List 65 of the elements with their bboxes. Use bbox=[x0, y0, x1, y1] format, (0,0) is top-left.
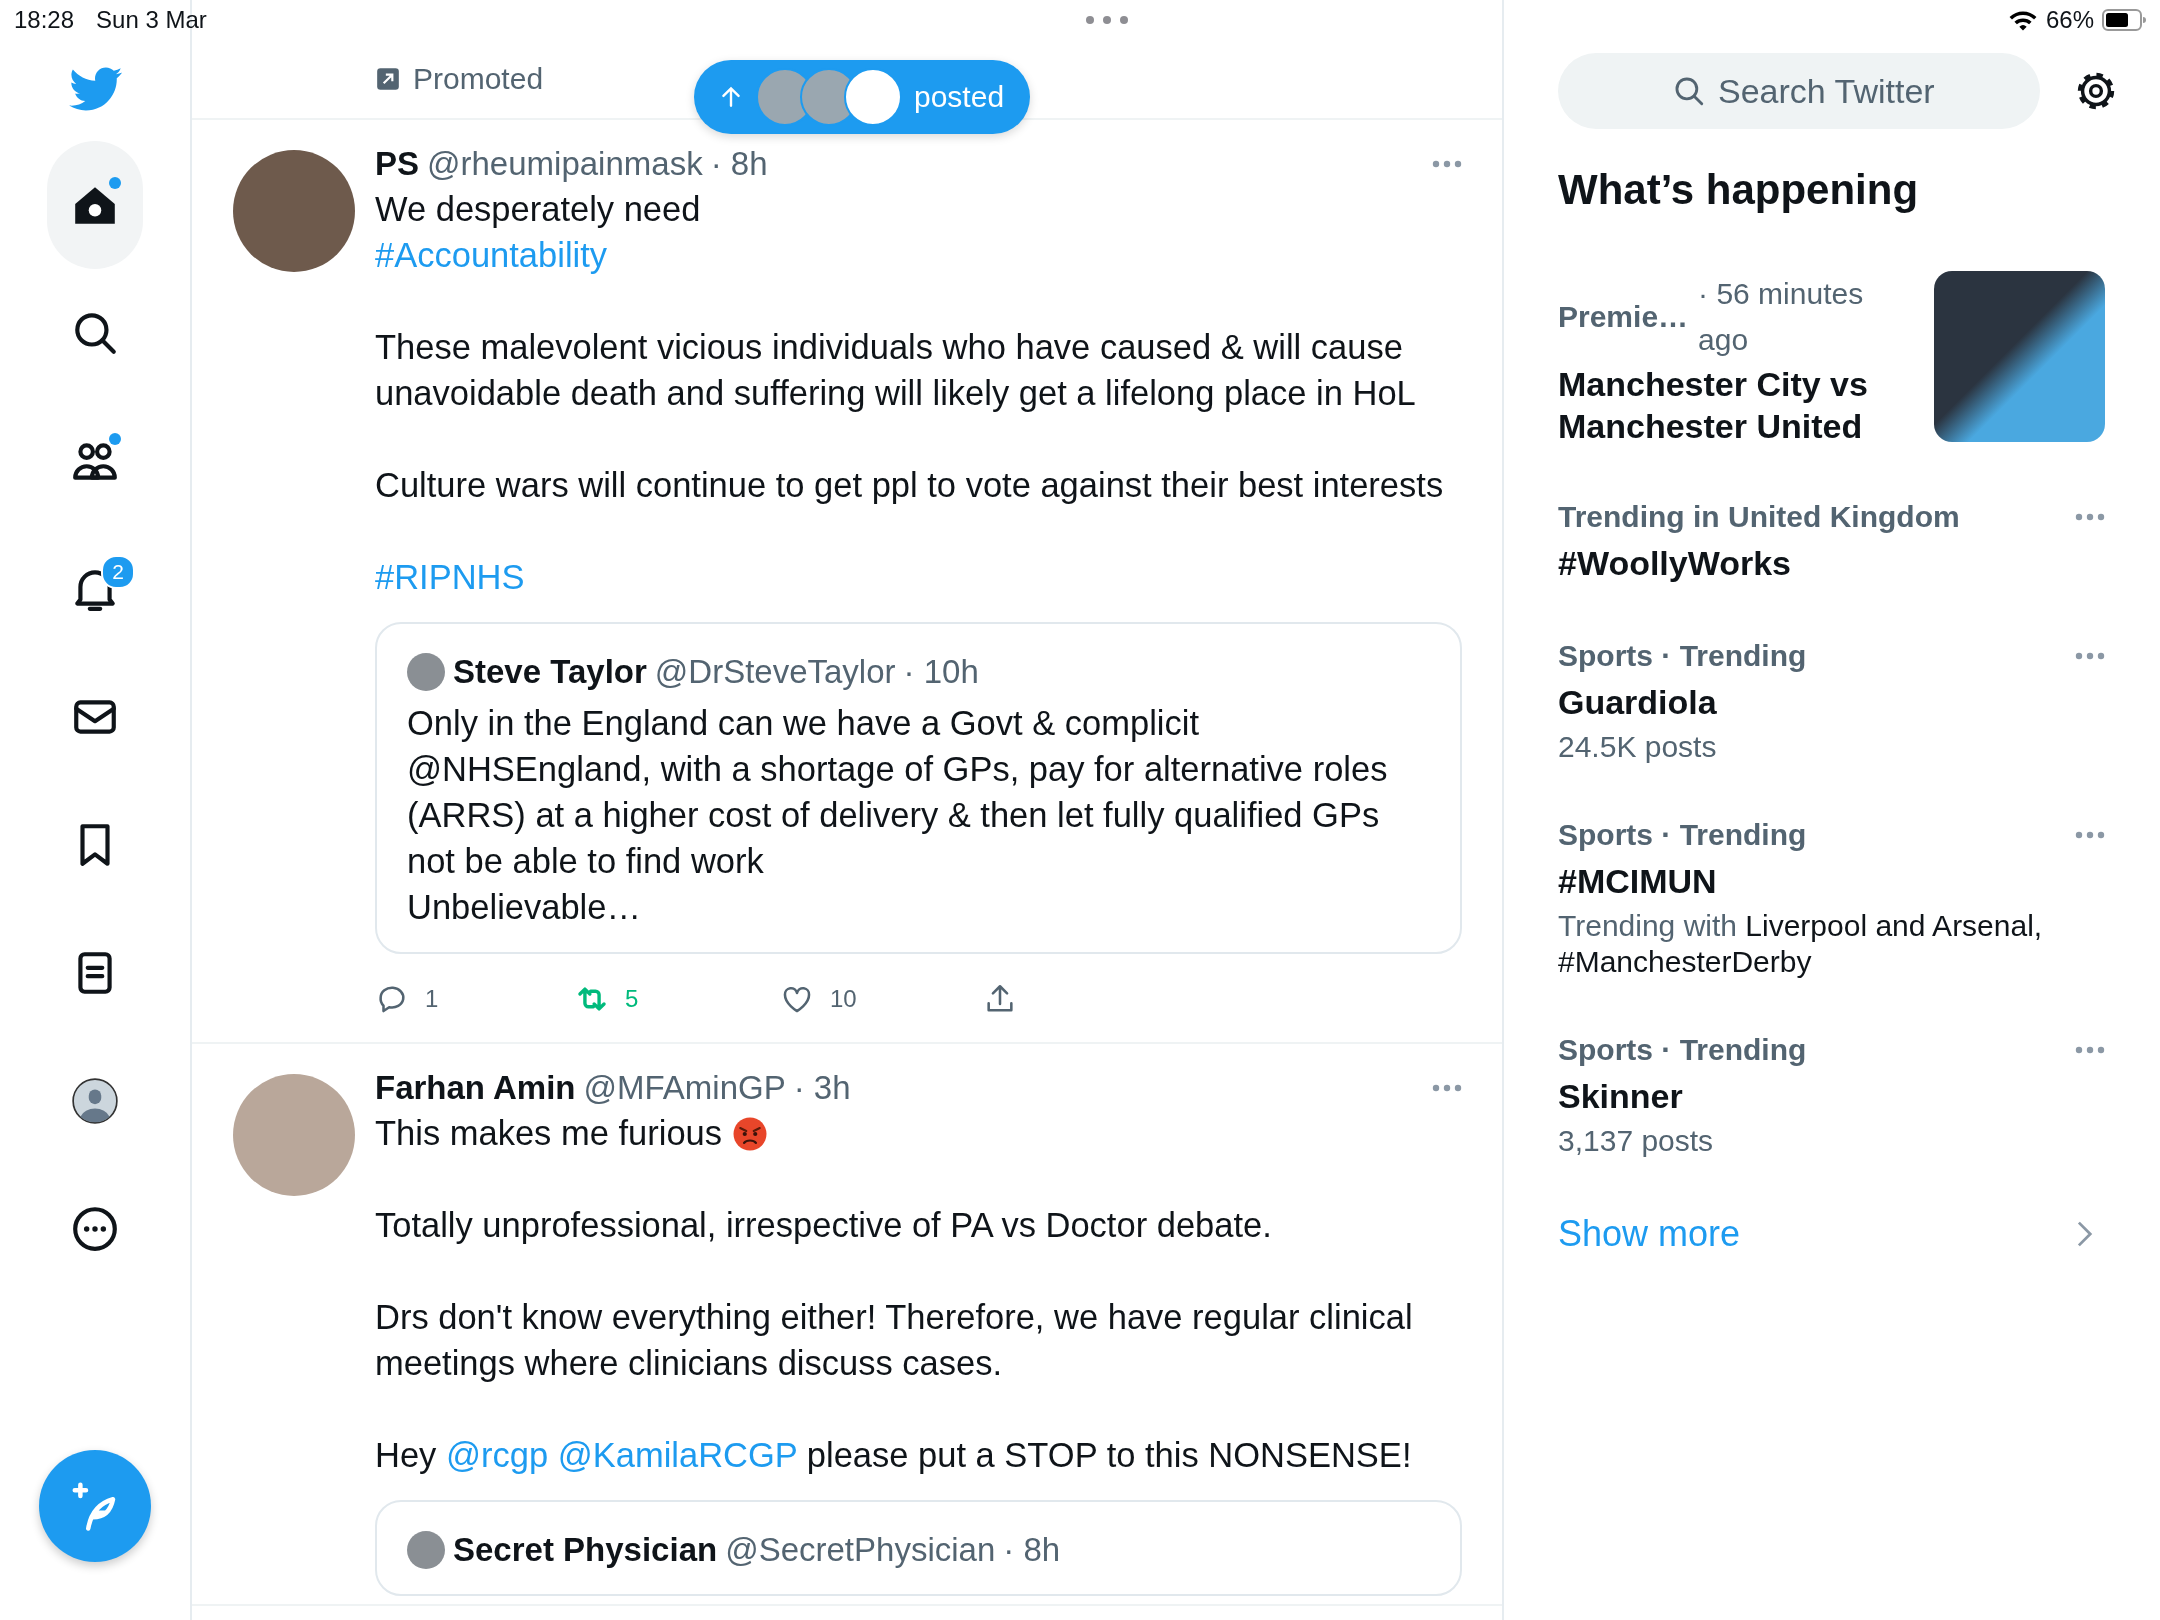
trend-meta: 3,137 posts bbox=[1558, 1123, 1715, 1159]
quoted-post-card[interactable] bbox=[375, 622, 1462, 954]
author-handle[interactable]: @MFAminGP bbox=[583, 1066, 786, 1110]
author-name: Secret Physician bbox=[453, 1530, 718, 1570]
trend-title: Guardiola bbox=[1558, 682, 1718, 723]
more-options-icon[interactable] bbox=[2075, 652, 2105, 660]
trend-time: · 56 minutes ago bbox=[1698, 276, 1865, 358]
post-time: · 10h bbox=[903, 652, 979, 692]
like-button[interactable]: 10 bbox=[780, 982, 857, 1016]
more-options-icon[interactable] bbox=[2075, 831, 2105, 839]
promoted-label: Promoted bbox=[413, 62, 544, 96]
post-text: Drs don't know everything either! Therefore, we have regular clinical meetings where clinicians discuss cases. bbox=[375, 1297, 1414, 1384]
post-time: · 3h bbox=[793, 1068, 851, 1108]
post-text: Totally unprofessional, irrespective of PA vs Doctor debate. bbox=[375, 1205, 1273, 1246]
status-date: Sun 3 Mar bbox=[96, 6, 207, 34]
quoted-post-text: Only in the England can we have a Govt & complicit @NHSEngland, with a shortage of GPs, pay for alternative roles (ARRS) at a higher cost of delivery & then let fully qualified GPs not be able to find work Unbelievable… bbox=[407, 703, 1389, 928]
trend-title: #MCIMUN bbox=[1558, 861, 1718, 902]
trend-title: Manchester City vs Manchester United bbox=[1558, 364, 1869, 447]
author-name[interactable]: PS bbox=[375, 142, 420, 186]
avatar-photo bbox=[407, 653, 445, 691]
profile-avatar-icon bbox=[70, 1076, 120, 1126]
author-name[interactable]: Farhan Amin bbox=[375, 1066, 576, 1110]
post-text: Hey @rcgp @KamilaRCGP please put a STOP to this NONSENSE! bbox=[375, 1435, 1413, 1476]
trend-context: Sports · Trending bbox=[1558, 817, 1807, 853]
post-text: We desperately need #Accountability bbox=[375, 189, 702, 276]
trend-title: #WoollyWorks bbox=[1558, 543, 1793, 584]
author-handle: @DrSteveTaylor bbox=[654, 652, 896, 692]
reply-button[interactable]: 1 bbox=[375, 982, 439, 1016]
search-field[interactable]: Search Twitter bbox=[1558, 53, 2040, 129]
more-options-icon[interactable] bbox=[2075, 513, 2105, 521]
angry-face-emoji-icon bbox=[731, 1116, 768, 1152]
trend-title: Skinner bbox=[1558, 1076, 1684, 1117]
post-text: These malevolent vicious individuals who have caused & will cause unavoidable death and suffering will likely get a lifelong place in HoL bbox=[375, 327, 1417, 414]
compose-button[interactable] bbox=[39, 1450, 151, 1562]
trend-context: Trending in United Kingdom bbox=[1558, 499, 1960, 535]
trend-item[interactable]: Sports · Trending #MCIMUN Trending with Liverpool and Arsenal, #ManchesterDerby bbox=[1558, 812, 2105, 980]
status-time: 18:28 bbox=[14, 6, 75, 34]
quoted-post-card[interactable]: Secret Physician @SecretPhysician · 8h bbox=[375, 1500, 1462, 1596]
more-options-icon[interactable] bbox=[2075, 1046, 2105, 1054]
chevron-right-icon[interactable] bbox=[2075, 1220, 2095, 1248]
author-handle[interactable]: @rheumipainmask bbox=[427, 142, 703, 186]
post-text: This makes me furious bbox=[375, 1110, 1462, 1156]
trend-context: Sports · Trending bbox=[1558, 1032, 1807, 1068]
post-time: · 8h bbox=[1003, 1530, 1061, 1570]
author-handle: @SecretPhysician bbox=[725, 1530, 996, 1570]
avatar-photo bbox=[407, 1531, 445, 1569]
trend-item[interactable]: Sports · Trending Skinner 3,137 posts bbox=[1558, 1027, 2105, 1159]
battery-icon bbox=[2102, 9, 2146, 31]
trend-category: Premie… bbox=[1558, 299, 1689, 335]
more-options-icon[interactable] bbox=[1432, 1084, 1462, 1092]
section-heading: What’s happening bbox=[1558, 165, 1920, 215]
post-time: · 8h bbox=[710, 144, 768, 184]
post-text: Culture wars will continue to get ppl to vote against their best interests bbox=[375, 465, 1445, 506]
multitask-dots-icon[interactable] bbox=[1085, 15, 1130, 25]
wifi-icon bbox=[2007, 9, 2038, 31]
notification-count-badge: 2 bbox=[101, 555, 135, 589]
trend-meta: 24.5K posts bbox=[1558, 729, 1718, 765]
trend-meta: Trending with Liverpool and Arsenal, #ManchesterDerby bbox=[1558, 908, 2044, 980]
more-options-icon[interactable] bbox=[1432, 160, 1462, 168]
trend-context: Sports · Trending bbox=[1558, 638, 1807, 674]
more-circle-icon bbox=[70, 1204, 120, 1254]
battery-percent: 66% bbox=[2045, 6, 2094, 34]
trend-item[interactable]: Sports · Trending Guardiola 24.5K posts bbox=[1558, 633, 2105, 765]
author-name: Steve Taylor bbox=[453, 652, 647, 692]
trend-item[interactable]: Trending in United Kingdom #WoollyWorks bbox=[1558, 494, 2105, 586]
